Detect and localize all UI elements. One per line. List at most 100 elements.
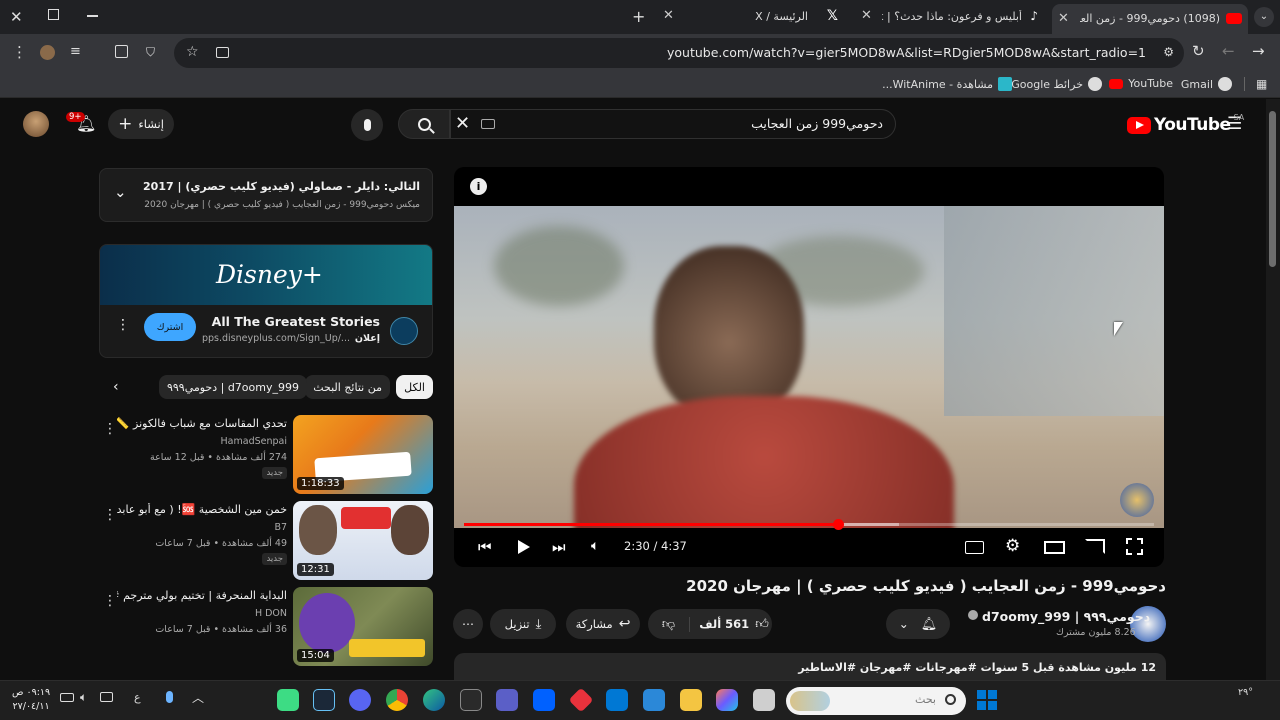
scrubber-handle[interactable] [832,519,844,530]
tray-overflow-icon[interactable]: ︿ [192,689,204,706]
video-player[interactable]: i ⏮ ⏭ 🔈︎ 2:30 / 4:37 ⚙ [454,167,1164,567]
scrollbar-thumb[interactable] [1269,111,1276,267]
forward-icon[interactable]: ← [1222,42,1235,60]
taskbar-search[interactable]: بحث [786,687,966,715]
profile-avatar[interactable] [40,45,55,60]
discord-icon[interactable] [349,689,371,711]
bookmark-gmail[interactable]: Gmail [1181,77,1232,91]
site-info-icon[interactable]: ⚙ [1163,45,1174,59]
tab-youtube[interactable]: ✕ (1098) دحومي999 - زمن العجايب [1052,4,1248,34]
media-control-icon[interactable]: ≡ [70,44,81,59]
create-button[interactable]: + إنشاء [108,109,174,139]
chip-channel[interactable]: d7oomy_999 | دحومي٩٩٩ [158,375,307,399]
teams-icon[interactable] [496,689,518,711]
play-icon[interactable] [518,540,530,554]
ad-card[interactable]: Disney+ All The Greatest Stories إعلان p… [99,244,433,358]
share-button[interactable]: مشاركة ↩ [566,609,640,639]
subscribed-button[interactable]: ⌄ 🔔︎ [886,609,950,639]
omnibox[interactable]: ☆ youtube.com/watch?v=gier5MOD8wA&list=R… [174,38,1184,68]
search-input[interactable]: دحومي999 زمن العجايب [751,116,883,131]
extensions-icon[interactable] [115,45,128,58]
chrome-icon[interactable] [386,689,408,711]
search-button[interactable] [398,109,450,139]
playlist-next-card[interactable]: التالي: دايلر - صماولي (فيديو كليب حصري)… [99,168,433,222]
subtitles-icon[interactable] [965,541,984,554]
close-tab-icon[interactable]: ✕ [1058,11,1069,26]
app-icon[interactable] [277,689,299,711]
page-scrollbar[interactable] [1266,99,1280,680]
previous-icon[interactable]: ⏮ [478,538,492,556]
cast-icon[interactable] [1085,539,1105,554]
video-thumbnail[interactable]: 12:31 [293,501,433,580]
fullscreen-icon[interactable] [1126,538,1143,555]
youtube-logo[interactable]: YouTube SA [1127,113,1244,135]
new-tab-icon[interactable]: + [632,7,645,26]
chip-all[interactable]: الكل [396,375,433,399]
battery-icon[interactable] [60,693,74,702]
keyboard-icon[interactable] [481,119,495,129]
windows-start-icon[interactable] [977,690,997,710]
microphone-tray-icon[interactable] [166,691,173,703]
progress-bar[interactable] [464,519,1154,530]
steam-icon[interactable] [313,689,335,711]
speaker-icon[interactable]: 🔈︎ [80,690,87,705]
next-icon[interactable]: ⏭ [552,538,566,556]
account-avatar[interactable] [23,111,49,137]
search-box[interactable]: دحومي999 زمن العجايب ✕ [450,109,896,139]
app-red-icon[interactable] [568,687,594,713]
install-app-icon[interactable] [216,47,229,58]
reload-icon[interactable]: ↻ [1192,42,1205,60]
edge-icon[interactable] [423,689,445,711]
epic-games-icon[interactable] [460,689,482,711]
bookmark-star-icon[interactable]: ☆ [186,44,199,60]
ad-menu-icon[interactable]: ⋮ [116,317,130,333]
bookmark-witanime[interactable]: مشاهدة - WitAnime... [882,77,1012,91]
download-button[interactable]: تنزيل ⤓ [490,609,556,639]
theater-mode-icon[interactable] [1044,541,1065,554]
restore-window-icon[interactable] [48,9,59,20]
copilot-icon[interactable] [716,689,738,711]
close-tab-icon[interactable]: ✕ [663,8,674,23]
item-menu-icon[interactable]: ⋮ [103,421,117,437]
chips-scroll-chevron-icon[interactable]: ‹ [113,379,119,395]
channel-name[interactable]: d7oomy_999 | دحومي٩٩٩ [982,609,1150,624]
tab-search-icon[interactable]: ⌄ [1254,7,1274,27]
menu-dots-icon[interactable]: ⋮ [12,43,27,61]
system-clock[interactable]: ٠٩:١٩ ص ٢٧/٠٤/١١ [12,686,50,714]
list-item[interactable]: 12:31 خمن مين الشخصية 🆘! ( مع أبو عابد 🔥… [99,501,433,581]
channel-watermark[interactable] [1120,483,1154,517]
item-menu-icon[interactable]: ⋮ [103,507,117,523]
ad-subscribe-button[interactable]: اشترك [144,313,196,341]
chip-from-search[interactable]: من نتائج البحث [305,375,390,399]
clear-search-icon[interactable]: ✕ [455,113,470,134]
list-item[interactable]: 1:18:33 تحدي المقاسات مع شباب فالكونز 📏💚… [99,415,433,495]
input-language[interactable]: ع [134,691,141,704]
list-item[interactable]: 15:04 البداية المنحرفة | تختيم بولي مترج… [99,587,433,667]
volume-icon[interactable]: 🔈︎ [591,538,599,554]
bookmark-youtube[interactable]: YouTube [1109,77,1173,90]
expand-chevron-icon[interactable]: ⌄ [114,183,127,201]
file-explorer-icon[interactable] [680,689,702,711]
task-view-icon[interactable] [753,689,775,711]
minimize-window-icon[interactable] [87,15,98,17]
shield-icon[interactable]: ⛉ [146,45,155,60]
ad-banner[interactable]: Disney+ [100,245,432,305]
close-tab-icon[interactable]: ✕ [861,8,872,23]
tab-x[interactable]: ✕ الرئيسة / X 𝕏 [660,3,860,31]
dropbox-icon[interactable] [533,689,555,711]
store-icon[interactable] [643,689,665,711]
network-icon[interactable] [100,692,113,702]
item-menu-icon[interactable]: ⋮ [103,593,117,609]
weather-temp[interactable]: ٢٩° [1238,687,1253,698]
settings-gear-icon[interactable]: ⚙ [1005,536,1020,556]
description-box[interactable]: 12 مليون مشاهدة قبل 5 سنوات #مهرجانات #م… [454,653,1166,680]
dislike-button[interactable]: 👎︎ [648,616,690,632]
outlook-icon[interactable] [606,689,628,711]
close-window-icon[interactable]: ✕ [10,8,23,26]
video-frame[interactable] [454,206,1164,528]
video-thumbnail[interactable]: 15:04 [293,587,433,666]
info-icon[interactable]: i [470,178,487,195]
video-thumbnail[interactable]: 1:18:33 [293,415,433,494]
like-button[interactable]: 561 ألف 👍︎ [696,617,772,632]
voice-search-button[interactable] [351,109,383,141]
